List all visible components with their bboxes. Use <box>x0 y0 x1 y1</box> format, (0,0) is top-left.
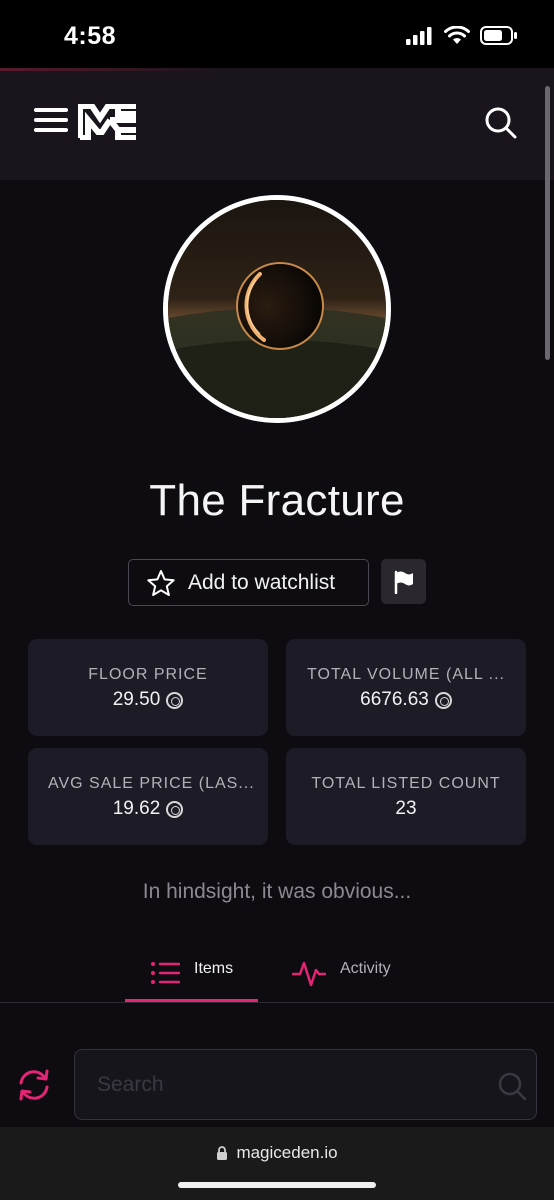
magic-eden-logo[interactable] <box>78 104 138 140</box>
collection-avatar <box>163 195 391 423</box>
lock-icon <box>217 1145 228 1160</box>
url-line[interactable]: magiceden.io <box>0 1143 554 1163</box>
tab-items-label: Items <box>194 960 234 977</box>
list-icon <box>151 962 180 984</box>
cellular-signal-icon <box>406 26 432 45</box>
url-text: magiceden.io <box>236 1143 338 1162</box>
stat-value-row: 6676.63 <box>286 689 526 711</box>
status-icons <box>406 26 518 45</box>
battery-icon <box>480 26 517 45</box>
wifi-icon <box>444 26 470 44</box>
stat-label: TOTAL VOLUME (ALL ... <box>307 666 505 683</box>
stat-value: 6676.63 <box>360 689 429 710</box>
tab-activity-label: Activity <box>340 960 391 977</box>
report-flag-button[interactable] <box>381 559 426 604</box>
stat-card-floor-price: FLOOR PRICE 29.50 <box>28 639 268 736</box>
stat-value-row: 29.50 <box>28 689 268 711</box>
stat-value-row: 23 <box>286 798 526 820</box>
stat-label: AVG SALE PRICE (LAS... <box>48 775 255 792</box>
browser-address-bar: magiceden.io <box>0 1127 554 1200</box>
home-indicator[interactable] <box>178 1182 376 1188</box>
page-scrollbar[interactable] <box>545 86 550 360</box>
stat-value: 29.50 <box>112 689 161 710</box>
hamburger-menu-icon[interactable] <box>34 108 68 138</box>
collection-title: The Fracture <box>149 476 405 525</box>
stat-label: FLOOR PRICE <box>88 666 208 683</box>
star-icon <box>147 569 175 596</box>
screen: 4:58 The Fracture Add to watchlist FLOOR… <box>0 0 554 1200</box>
stat-value: 23 <box>395 798 417 819</box>
search-box <box>74 1049 537 1120</box>
stat-card-total-listed-count: TOTAL LISTED COUNT 23 <box>286 748 526 845</box>
sol-icon <box>434 691 452 709</box>
stat-value-row: 19.62 <box>28 798 268 820</box>
flag-icon <box>394 570 413 594</box>
stat-label: TOTAL LISTED COUNT <box>311 775 501 792</box>
refresh-icon[interactable] <box>16 1068 52 1102</box>
stat-card-avg-sale-price: AVG SALE PRICE (LAS... 19.62 <box>28 748 268 845</box>
stat-value: 19.62 <box>112 798 161 819</box>
add-to-watchlist-label: Add to watchlist <box>188 570 336 594</box>
sol-icon <box>166 691 184 709</box>
tabs-divider <box>0 1002 554 1003</box>
collection-avatar-image <box>168 200 386 418</box>
activity-pulse-icon <box>292 961 326 987</box>
stat-card-total-volume: TOTAL VOLUME (ALL ... 6676.63 <box>286 639 526 736</box>
sol-icon <box>166 800 184 818</box>
tab-activity[interactable]: Activity <box>292 952 391 1002</box>
collection-description: In hindsight, it was obvious... <box>142 880 412 903</box>
status-time: 4:58 <box>64 22 117 50</box>
tab-items[interactable]: Items <box>125 952 258 1002</box>
add-to-watchlist-button[interactable]: Add to watchlist <box>128 559 369 606</box>
search-icon[interactable] <box>484 106 518 140</box>
search-input[interactable] <box>97 1070 477 1100</box>
header-accent-line <box>0 68 554 71</box>
search-icon[interactable] <box>497 1071 527 1101</box>
status-bar: 4:58 <box>0 0 554 68</box>
